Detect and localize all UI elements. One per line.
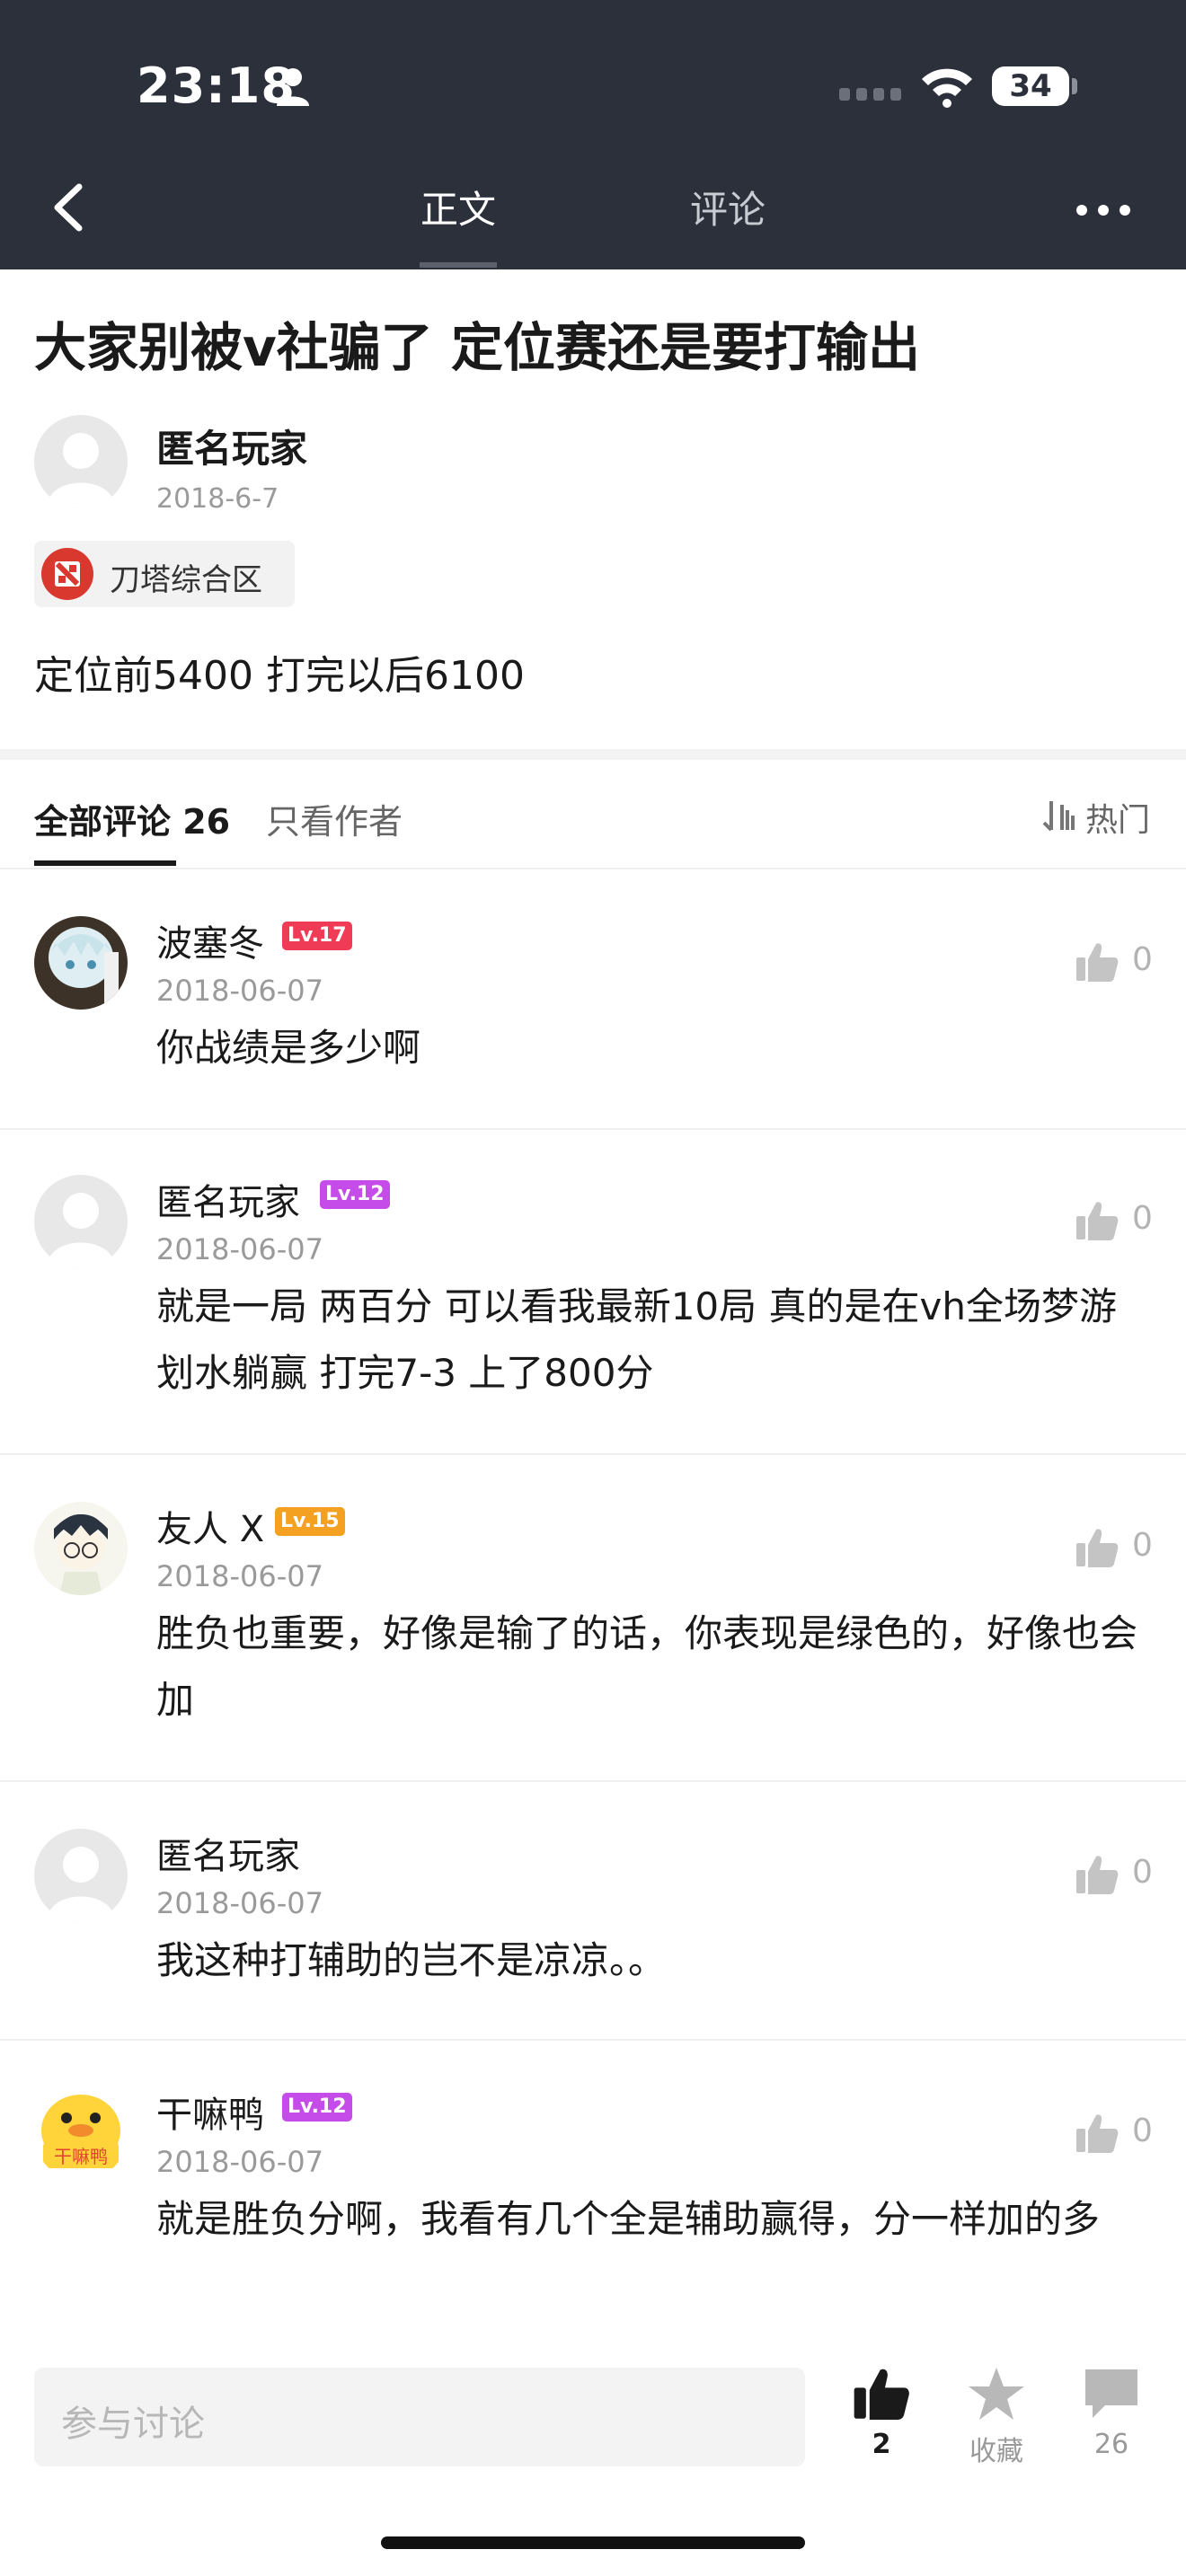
thumbs-up-icon[interactable] [1075, 1527, 1120, 1568]
default-avatar-icon [34, 415, 128, 508]
avatar-text: 干嘛鸭 [54, 2146, 108, 2167]
dota-icon [41, 548, 93, 600]
comment-button[interactable]: 26 [1062, 2366, 1161, 2460]
comment-item: 匿名玩家 2018-06-07 我这种打辅助的岂不是凉凉。。 0 [0, 1820, 1186, 2035]
cellular-signal-icon [839, 88, 901, 101]
commenter-avatar[interactable]: 干嘛鸭 [34, 2087, 128, 2181]
level-badge: Lv.12 [282, 2093, 352, 2122]
board-tag[interactable]: 刀塔综合区 [34, 541, 295, 607]
tab-author-only[interactable]: 只看作者 [266, 794, 403, 843]
person-icon [277, 68, 309, 106]
home-indicator [381, 2536, 805, 2549]
comment-total: 26 [1093, 2429, 1129, 2460]
commenter-avatar[interactable] [34, 916, 128, 1010]
comment-item: 干嘛鸭 干嘛鸭 Lv.12 2018-06-07 就是胜负分啊，我看有几个全是辅… [0, 2078, 1186, 2344]
sort-icon [1042, 801, 1075, 832]
thumbs-up-icon[interactable] [1075, 2113, 1120, 2154]
comment-date: 2018-06-07 [156, 1232, 323, 1266]
commenter-name[interactable]: 匿名玩家 [156, 1827, 300, 1879]
comment-date: 2018-06-07 [156, 974, 323, 1008]
wifi-icon [922, 68, 972, 108]
comment-item: 波塞冬 Lv.17 2018-06-07 你战绩是多少啊 0 [0, 907, 1186, 1123]
tab-comments[interactable]: 评论 [690, 180, 766, 234]
tab-all-comments[interactable]: 全部评论 26 [34, 794, 230, 843]
comment-text: 就是胜负分啊，我看有几个全是辅助赢得，分一样加的多 [156, 2197, 1101, 2241]
anime-avatar-icon [34, 916, 128, 1010]
thumbs-up-icon[interactable] [1075, 1854, 1120, 1895]
comment-bubble-icon [1085, 2369, 1137, 2418]
like-count: 0 [1132, 2113, 1153, 2149]
thumbs-up-icon[interactable] [1075, 941, 1120, 983]
section-divider [0, 749, 1186, 760]
thumbs-up-icon [854, 2369, 909, 2421]
default-avatar-icon [34, 1175, 128, 1268]
divider [0, 2039, 1186, 2041]
active-tab-indicator [420, 262, 497, 268]
duck-avatar-icon: 干嘛鸭 [34, 2087, 128, 2181]
level-badge: Lv.15 [275, 1507, 345, 1536]
comment-date: 2018-06-07 [156, 1559, 323, 1593]
star-icon [969, 2368, 1024, 2420]
tab-body[interactable]: 正文 [420, 180, 496, 234]
comment-text: 我这种打辅助的岂不是凉凉。。 [156, 1938, 667, 1982]
like-count: 0 [1132, 941, 1153, 978]
divider [0, 868, 1186, 869]
commenter-name[interactable]: 匿名玩家 [156, 1173, 300, 1225]
commenter-name[interactable]: 波塞冬 [156, 914, 264, 966]
top-bar: 23:18 34 正文 评论 [0, 0, 1186, 269]
comment-item: 友人 X Lv.15 2018-06-07 胜负也重要，好像是输了的话，你表现是… [0, 1493, 1186, 1778]
cartoon-avatar-icon [34, 1502, 128, 1595]
comment-text: 就是一局 两百分 可以看我最新10局 真的是在vh全场梦游划水躺赢 打完7-3 … [156, 1284, 1117, 1395]
default-avatar-icon [34, 1829, 128, 1922]
thumbs-up-icon[interactable] [1075, 1200, 1120, 1241]
more-options-icon[interactable] [1075, 199, 1132, 221]
back-arrow-icon[interactable] [43, 176, 97, 239]
like-count: 0 [1132, 1200, 1153, 1237]
battery-indicator: 34 [992, 66, 1069, 106]
commenter-avatar[interactable] [34, 1829, 128, 1922]
divider [0, 1453, 1186, 1455]
comment-input-placeholder: 参与讨论 [61, 2404, 205, 2445]
comments-tab-indicator [34, 860, 176, 866]
commenter-name[interactable]: 干嘛鸭 [156, 2086, 264, 2138]
bottom-action-bar: 参与讨论 2 收藏 26 [0, 2344, 1186, 2576]
post-title: 大家别被v社骗了 定位赛还是要打输出 [34, 317, 921, 378]
level-badge: Lv.12 [320, 1180, 390, 1209]
comment-text: 你战绩是多少啊 [156, 1026, 421, 1070]
divider [0, 1128, 1186, 1130]
comment-date: 2018-06-07 [156, 1886, 323, 1920]
post-author-avatar[interactable] [34, 415, 128, 508]
like-total: 2 [872, 2429, 891, 2460]
like-button[interactable]: 2 [832, 2366, 931, 2460]
like-count: 0 [1132, 1854, 1153, 1891]
level-badge: Lv.17 [282, 922, 352, 950]
post-author-name[interactable]: 匿名玩家 [156, 419, 307, 473]
favorite-label: 收藏 [969, 2436, 1023, 2467]
commenter-avatar[interactable] [34, 1175, 128, 1268]
commenter-avatar[interactable] [34, 1502, 128, 1595]
post-date: 2018-6-7 [156, 483, 279, 515]
like-count: 0 [1132, 1527, 1153, 1564]
comment-date: 2018-06-07 [156, 2145, 323, 2179]
status-time: 23:18 [137, 57, 296, 114]
sort-label: 热门 [1085, 802, 1151, 839]
commenter-name[interactable]: 友人 X [156, 1500, 264, 1552]
board-label: 刀塔综合区 [110, 562, 262, 598]
comment-text: 胜负也重要，好像是输了的话，你表现是绿色的，好像也会加 [156, 1611, 1138, 1722]
favorite-button[interactable]: 收藏 [947, 2366, 1046, 2468]
post-body: 定位前5400 打完以后6100 [34, 653, 525, 699]
comment-item: 匿名玩家 Lv.12 2018-06-07 就是一局 两百分 可以看我最新10局… [0, 1166, 1186, 1451]
divider [0, 1780, 1186, 1782]
battery-cap [1072, 78, 1077, 94]
comment-input[interactable]: 参与讨论 [34, 2368, 805, 2466]
